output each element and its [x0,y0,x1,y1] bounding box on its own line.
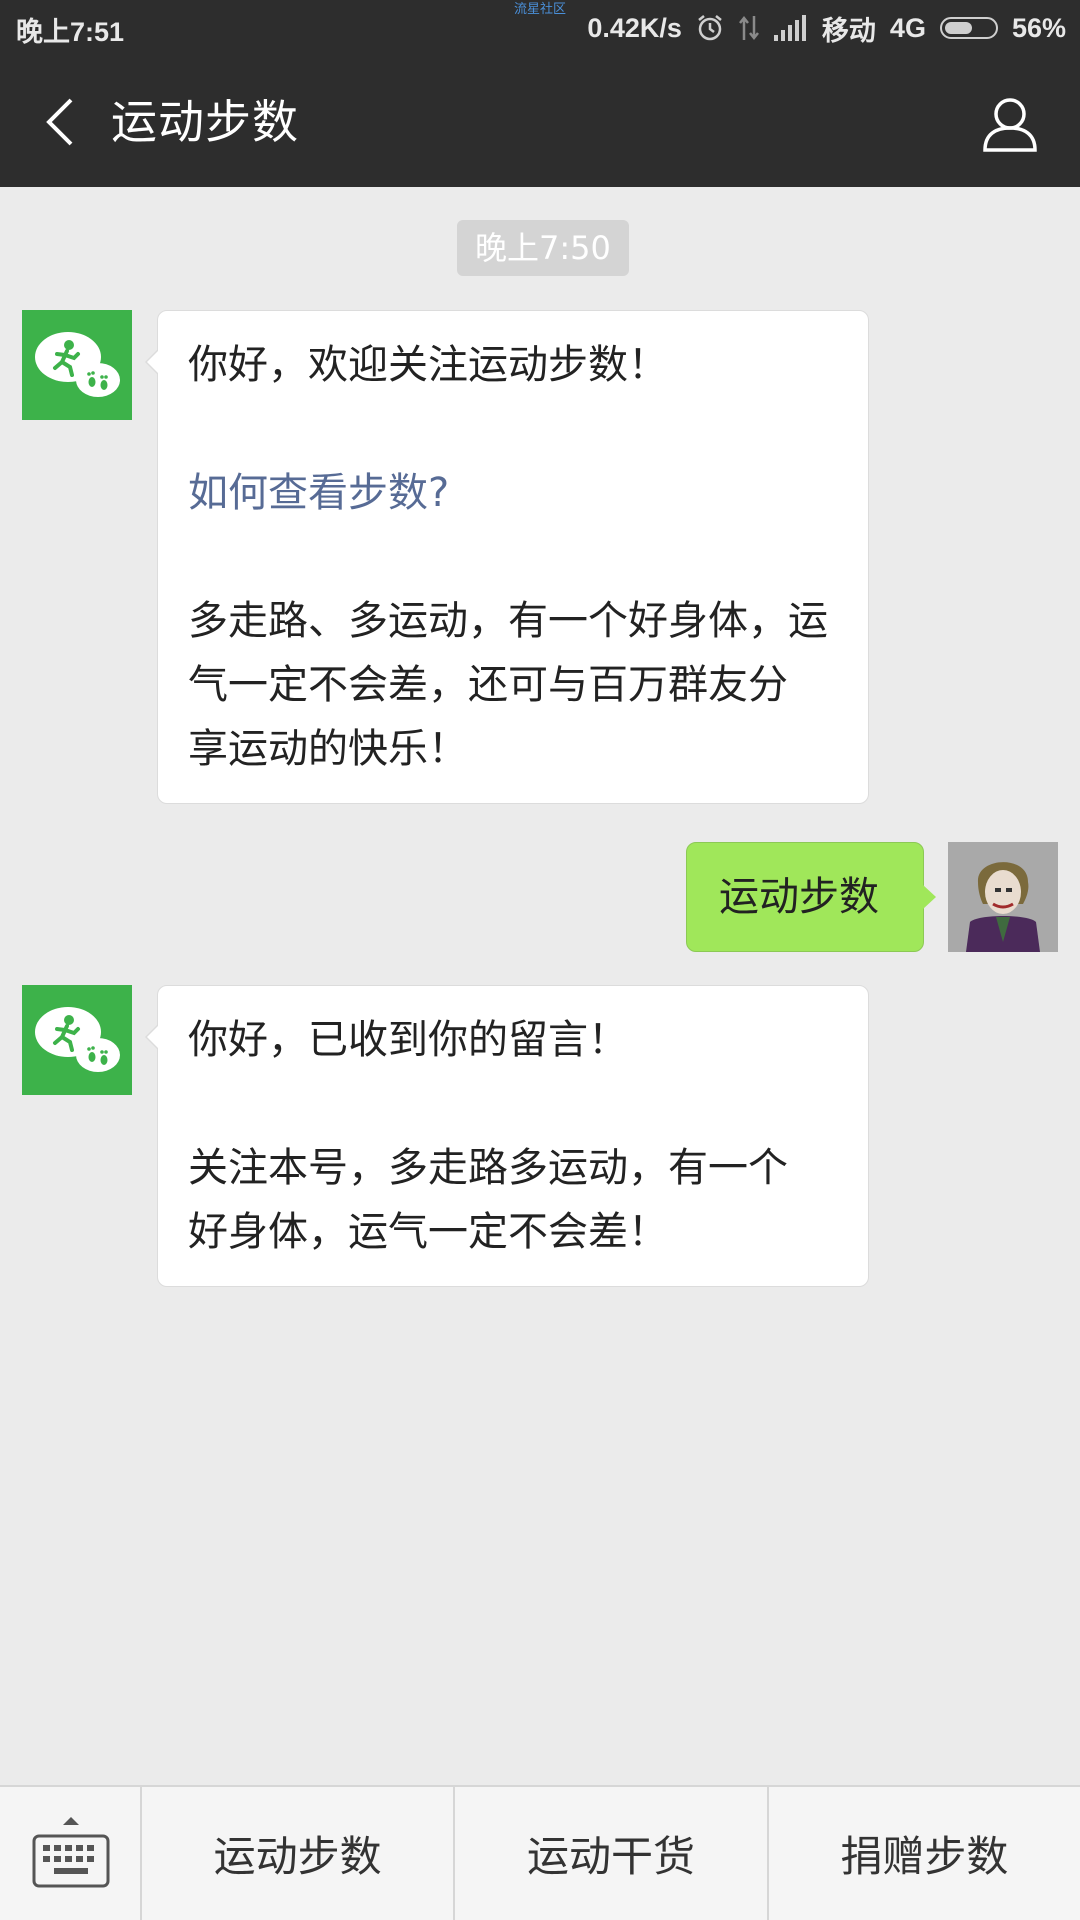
user-avatar[interactable] [948,842,1058,952]
back-arrow-icon [46,98,73,146]
message-bubble-incoming[interactable]: 你好，已收到你的留言！ 关注本号，多走路多运动，有一个 好身体，运气一定不会差！ [145,985,869,1287]
network-type: 4G [889,12,926,43]
battery-icon [939,17,998,39]
profile-button[interactable] [980,94,1040,154]
user-photo-icon [948,842,1058,952]
net-speed: 0.42K/s [587,12,682,43]
menu-button-tips[interactable]: 运动干货 [455,1787,769,1920]
signal-icon [773,15,808,41]
message-text: 运动步数 [719,874,879,920]
how-to-view-steps-link[interactable]: 如何查看步数? [188,461,838,525]
chat-timestamp: 晚上7:50 [457,220,629,276]
menu-button-steps[interactable]: 运动步数 [142,1787,456,1920]
runner-footprint-icon [35,1007,120,1072]
nav-bar: 运动步数 [0,56,1080,187]
message-bubble-incoming[interactable]: 你好，欢迎关注运动步数！ 如何查看步数? 多走路、多运动，有一个好身体，运 气一… [145,310,869,804]
bot-avatar[interactable] [22,985,132,1095]
keyboard-icon [32,1817,110,1888]
status-bar: 晚上7:51 流星社区 0.42K/s 移动 4G 56% [0,0,1080,56]
profile-icon [983,98,1037,152]
data-transfer-icon [738,14,760,42]
menu-button-donate[interactable]: 捐赠步数 [769,1787,1080,1920]
message-spacer [188,397,838,461]
keyboard-toggle-button[interactable] [0,1787,142,1920]
message-text: 你好，欢迎关注运动步数！ [188,342,668,388]
back-button[interactable] [30,92,90,152]
message-bubble-outgoing[interactable]: 运动步数 [686,842,936,952]
message-spacer [188,525,838,589]
runner-footprint-icon [35,332,120,397]
message-text: 你好，已收到你的留言！ [188,1017,628,1063]
alarm-icon [696,14,724,42]
message-text: 气一定不会差，还可与百万群友分 [188,662,788,708]
bottom-menu-bar: 运动步数 运动干货 捐赠步数 [0,1785,1080,1920]
message-text: 关注本号，多走路多运动，有一个 [188,1145,788,1191]
carrier-name: 移动 [821,15,876,46]
message-text: 享运动的快乐！ [188,726,468,772]
watermark-text: 流星社区 [514,1,567,16]
status-indicators: 0.42K/s 移动 4G 56% [573,10,1066,46]
message-spacer [188,1072,838,1136]
status-time: 晚上7:51 [16,17,125,47]
message-text: 多走路、多运动，有一个好身体，运 [188,598,828,644]
page-title: 运动步数 [111,95,299,149]
bot-avatar[interactable] [22,310,132,420]
message-text: 好身体，运气一定不会差！ [188,1209,668,1255]
battery-percent: 56% [1011,12,1066,43]
